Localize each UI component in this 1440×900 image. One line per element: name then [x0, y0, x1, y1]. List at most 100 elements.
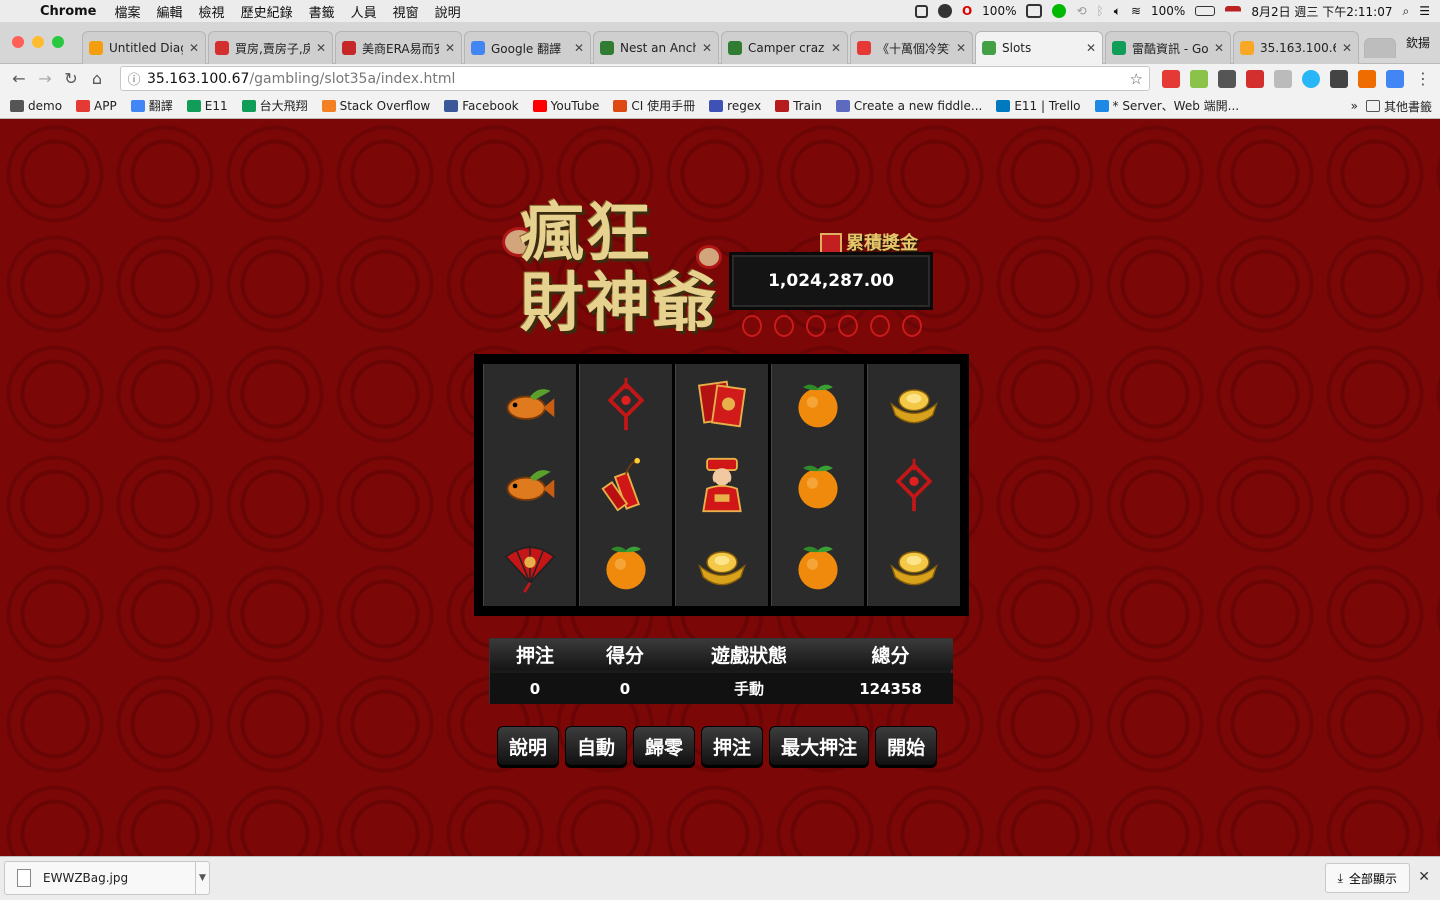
- menu-bookmarks[interactable]: 書籤: [309, 2, 335, 21]
- browser-tab[interactable]: Slots ✕: [975, 31, 1103, 64]
- bookmark-favicon-icon: [996, 99, 1011, 112]
- extension-css-icon[interactable]: [1274, 70, 1292, 88]
- browser-tab[interactable]: 《十萬個冷笑話》 ✕: [850, 31, 973, 64]
- menu-help[interactable]: 說明: [435, 2, 461, 21]
- menu-edit[interactable]: 編輯: [157, 2, 183, 21]
- forward-icon[interactable]: →: [32, 69, 58, 88]
- menu-view[interactable]: 檢視: [199, 2, 225, 21]
- bookmark-item[interactable]: E11 | Trello: [996, 99, 1081, 113]
- bookmark-item[interactable]: 翻譯: [130, 97, 173, 114]
- extension-calendar-icon[interactable]: [1246, 70, 1264, 88]
- extension-red-icon[interactable]: [1162, 70, 1180, 88]
- download-item[interactable]: EWWZBag.jpg ▼: [4, 861, 210, 895]
- download-options-chevron-icon[interactable]: ▼: [195, 862, 209, 894]
- close-window-icon[interactable]: [12, 36, 24, 48]
- wifi-icon[interactable]: ≋: [1131, 4, 1141, 18]
- close-tab-icon[interactable]: ✕: [1342, 41, 1352, 55]
- close-tab-icon[interactable]: ✕: [445, 41, 455, 55]
- bookmark-item[interactable]: Facebook: [444, 98, 519, 113]
- browser-tab[interactable]: Untitled Diagram ✕: [82, 31, 206, 64]
- back-icon[interactable]: ←: [6, 69, 32, 88]
- airplay-icon[interactable]: [1026, 4, 1043, 18]
- browser-tab[interactable]: Camper crazy ✕: [721, 31, 848, 64]
- menu-file[interactable]: 檔案: [115, 2, 141, 21]
- bookmark-item[interactable]: APP: [76, 99, 117, 113]
- bookmark-item[interactable]: Train: [775, 99, 822, 113]
- show-all-downloads-button[interactable]: ⤓ 全部顯示: [1324, 863, 1410, 893]
- browser-tab[interactable]: Nest an Anchor ✕: [593, 31, 719, 64]
- close-shelf-icon[interactable]: ✕: [1418, 869, 1430, 885]
- profile-name[interactable]: 欽揚: [1406, 34, 1430, 51]
- bookmark-item[interactable]: Stack Overflow: [321, 99, 430, 113]
- bookmark-item[interactable]: demo: [10, 99, 62, 113]
- bluetooth-icon[interactable]: ᛒ: [1097, 4, 1104, 18]
- jackpot-cube-icon: [820, 233, 842, 255]
- orange-icon: [788, 374, 848, 434]
- menu-history[interactable]: 歷史紀錄: [241, 2, 293, 21]
- close-tab-icon[interactable]: ✕: [1214, 41, 1224, 55]
- extension-translate-icon[interactable]: [1386, 70, 1404, 88]
- bookmarks-more-button[interactable]: »: [1351, 99, 1358, 113]
- site-info-icon[interactable]: ⓘ: [121, 69, 147, 88]
- close-tab-icon[interactable]: ✕: [956, 41, 966, 55]
- bookmark-label: Train: [793, 98, 822, 113]
- other-bookmarks-folder[interactable]: 其他書籤: [1365, 98, 1432, 115]
- new-tab-button[interactable]: [1364, 38, 1396, 58]
- bookmark-item[interactable]: regex: [709, 99, 761, 113]
- bookmark-item[interactable]: 台大飛翔: [241, 97, 308, 114]
- bookmark-label: Facebook: [462, 98, 519, 113]
- close-tab-icon[interactable]: ✕: [831, 41, 841, 55]
- help-button[interactable]: 說明: [497, 726, 560, 766]
- gold-ingot-icon: [884, 536, 944, 596]
- zoom-window-icon[interactable]: [52, 36, 64, 48]
- app-menu-chrome[interactable]: Chrome: [40, 4, 97, 19]
- bookmark-star-icon[interactable]: ☆: [1130, 70, 1143, 88]
- flag-us-icon[interactable]: [1225, 5, 1242, 17]
- knot-icon: [870, 315, 890, 337]
- browser-tab[interactable]: 美商ERA易而安 ✕: [335, 31, 462, 64]
- reload-icon[interactable]: ↻: [58, 69, 84, 88]
- address-bar[interactable]: ⓘ 35.163.100.67/gambling/slot35a/index.h…: [120, 66, 1150, 91]
- bookmark-item[interactable]: Create a new fiddle...: [835, 99, 982, 113]
- extension-gray-icon[interactable]: [1330, 70, 1348, 88]
- close-tab-icon[interactable]: ✕: [189, 41, 199, 55]
- knot-icon: [774, 315, 794, 337]
- menu-window[interactable]: 視窗: [393, 2, 419, 21]
- bookmark-item[interactable]: E11: [186, 99, 228, 113]
- window-icon[interactable]: [914, 4, 928, 18]
- minimize-window-icon[interactable]: [32, 36, 44, 48]
- spotlight-icon[interactable]: ⌕: [1403, 4, 1410, 19]
- close-tab-icon[interactable]: ✕: [316, 41, 326, 55]
- close-tab-icon[interactable]: ✕: [702, 41, 712, 55]
- time-machine-icon[interactable]: ⟲: [1076, 4, 1086, 18]
- close-tab-icon[interactable]: ✕: [1086, 41, 1096, 55]
- browser-tab[interactable]: 35.163.100.67 ✕: [1233, 31, 1359, 64]
- extension-switch-icon[interactable]: [1190, 70, 1208, 88]
- bookmark-item[interactable]: CI 使用手冊: [613, 97, 695, 114]
- clock[interactable]: 8月2日 週三 下午2:11:07: [1251, 3, 1392, 20]
- line-icon[interactable]: [1052, 4, 1067, 18]
- reset-button[interactable]: 歸零: [633, 726, 696, 766]
- browser-tab[interactable]: 雷酷資訊 - Google ✕: [1105, 31, 1231, 64]
- notification-center-icon[interactable]: ☰: [1419, 4, 1430, 18]
- browser-tab[interactable]: Google 翻譯 ✕: [464, 31, 591, 64]
- volume-icon[interactable]: 🔈︎: [1114, 4, 1121, 19]
- battery-icon[interactable]: [1195, 6, 1216, 16]
- auto-button[interactable]: 自動: [565, 726, 628, 766]
- bookmark-item[interactable]: YouTube: [532, 99, 599, 113]
- extension-pocket-icon[interactable]: [1218, 70, 1236, 88]
- extension-v-icon[interactable]: [1302, 70, 1320, 88]
- bookmark-item[interactable]: * Server、Web 端開...: [1094, 97, 1239, 114]
- extension-orange-icon[interactable]: [1358, 70, 1376, 88]
- bet-button[interactable]: 押注: [701, 726, 764, 766]
- chrome-menu-icon[interactable]: ⋮: [1410, 69, 1436, 88]
- dark-mode-icon[interactable]: [937, 4, 952, 18]
- tab-favicon-icon: [215, 41, 229, 55]
- browser-tab[interactable]: 買房,賣房子,房屋 ✕: [208, 31, 333, 64]
- start-button[interactable]: 開始: [875, 726, 938, 766]
- close-tab-icon[interactable]: ✕: [574, 41, 584, 55]
- max-bet-button[interactable]: 最大押注: [769, 726, 870, 766]
- menu-people[interactable]: 人員: [351, 2, 377, 21]
- home-icon[interactable]: ⌂: [84, 69, 110, 88]
- opera-icon[interactable]: O: [962, 4, 972, 18]
